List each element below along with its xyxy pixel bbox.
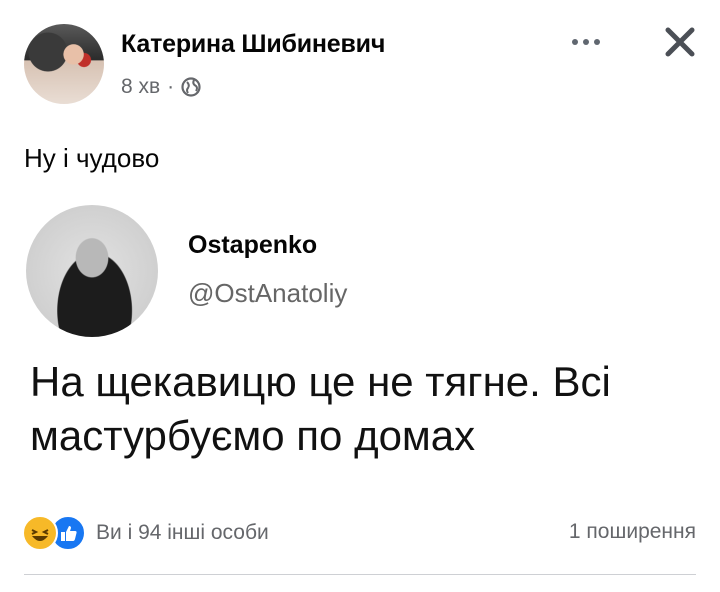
post-time[interactable]: 8 хв — [121, 75, 160, 99]
more-dots-icon — [583, 39, 589, 45]
post-text: Ну і чудово — [24, 143, 160, 173]
tweet-handle: @OstAnatoliy — [188, 278, 348, 308]
divider — [24, 574, 696, 575]
tweet-text: На щекавицю це не тягне. Всі мастурбуємо… — [30, 358, 611, 459]
globe-icon[interactable] — [181, 77, 201, 97]
meta-separator: · — [167, 75, 175, 98]
haha-icon — [22, 515, 58, 551]
tweet-author-name: Ostapenko — [188, 231, 318, 259]
tweet-avatar — [26, 205, 158, 337]
more-dots-icon — [594, 39, 600, 45]
shares-count[interactable]: 1 поширення — [569, 520, 696, 544]
author-avatar[interactable] — [24, 24, 104, 104]
close-icon[interactable] — [660, 22, 700, 62]
more-dots-icon — [572, 39, 578, 45]
reactions-summary[interactable]: Ви і 94 інші особи — [22, 515, 269, 551]
more-options-button[interactable] — [566, 28, 606, 56]
reactions-count-text[interactable]: Ви і 94 інші особи — [96, 521, 269, 545]
post-meta: 8 хв · — [121, 75, 201, 99]
author-name[interactable]: Катерина Шибиневич — [121, 30, 385, 59]
